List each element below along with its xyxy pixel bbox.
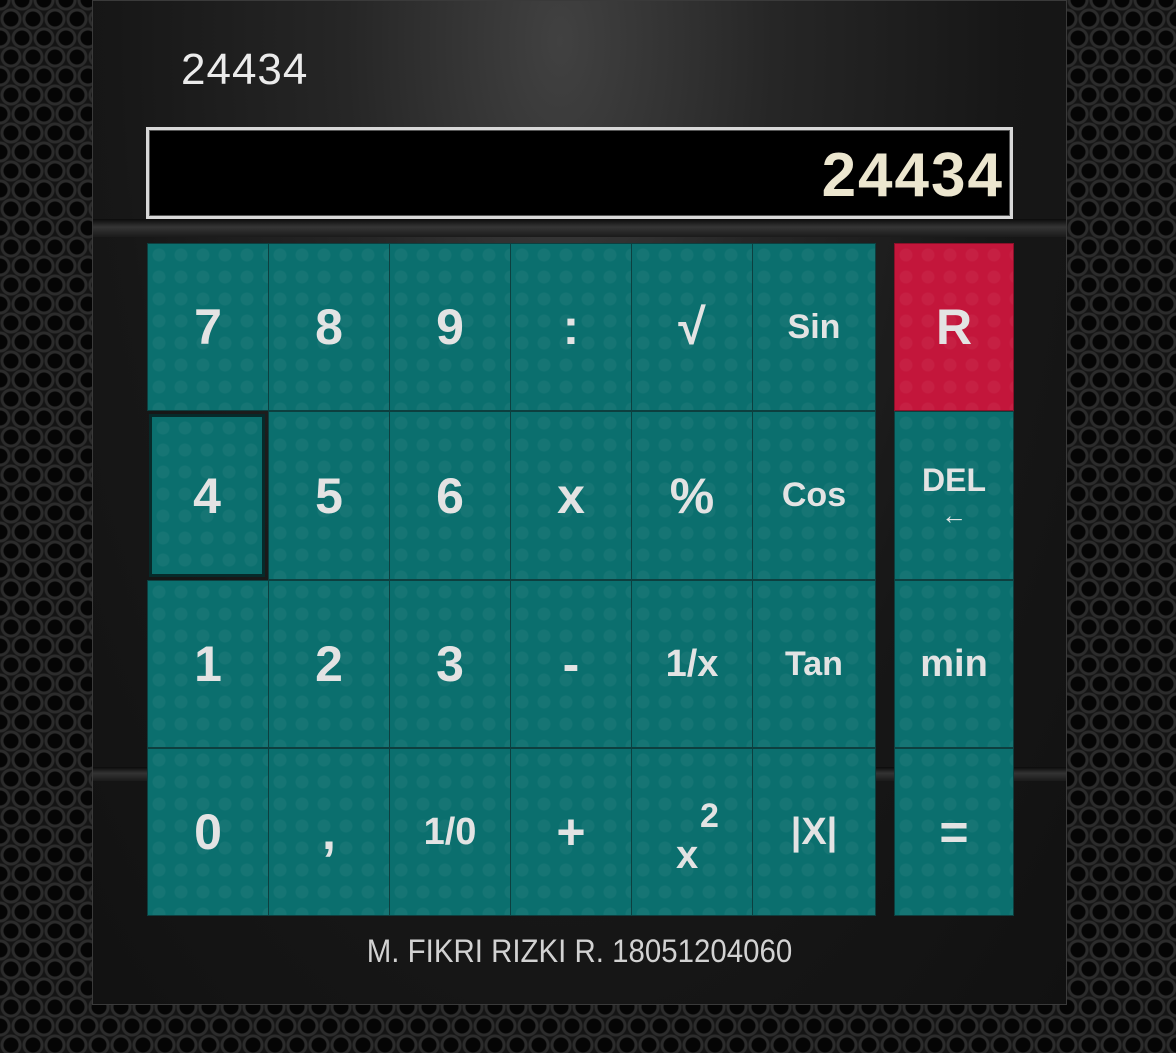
backspace-arrow-icon: ← [941,499,967,530]
key-3[interactable]: 3 [389,580,511,748]
minus-button[interactable]: - [510,580,632,748]
abs-button[interactable]: |X| [752,748,876,916]
negate-button[interactable]: min [894,580,1014,748]
key-4[interactable]: 4 [149,414,265,577]
key-6[interactable]: 6 [389,411,511,580]
history-display: 24434 [181,45,309,94]
sqrt-button[interactable]: √ [631,243,753,411]
display-value: 24434 [821,141,1004,210]
key-2[interactable]: 2 [268,580,390,748]
sin-button[interactable]: Sin [752,243,876,411]
divide-button[interactable]: : [510,243,632,411]
reset-button[interactable]: R [894,243,1014,411]
cos-button[interactable]: Cos [752,411,876,580]
main-display: 24434 [146,127,1013,219]
square-exponent-label: 2 [700,797,719,835]
key-9[interactable]: 9 [389,243,511,411]
delete-label: DEL [922,461,986,498]
author-footer: M. FIKRI RIZKI R. 18051204060 [366,933,793,969]
multiply-button[interactable]: x [510,411,632,580]
plus-button[interactable]: + [510,748,632,916]
tan-button[interactable]: Tan [752,580,876,748]
calculator-panel: 24434 24434 7 8 9 : √ Sin R 4 5 6 x % Co… [92,0,1067,1005]
key-8[interactable]: 8 [268,243,390,411]
percent-button[interactable]: % [631,411,753,580]
equals-button[interactable]: = [894,748,1014,916]
key-0[interactable]: 0 [147,748,269,916]
square-base-label: x [676,833,699,877]
square-button[interactable]: x 2 [631,748,753,916]
key-7[interactable]: 7 [147,243,269,411]
comma-button[interactable]: , [268,748,390,916]
one-over-zero-button[interactable]: 1/0 [389,748,511,916]
key-5[interactable]: 5 [268,411,390,580]
reciprocal-button[interactable]: 1/x [631,580,753,748]
delete-button[interactable]: DEL ← [894,411,1014,580]
key-1[interactable]: 1 [147,580,269,748]
top-divider [93,219,1066,237]
